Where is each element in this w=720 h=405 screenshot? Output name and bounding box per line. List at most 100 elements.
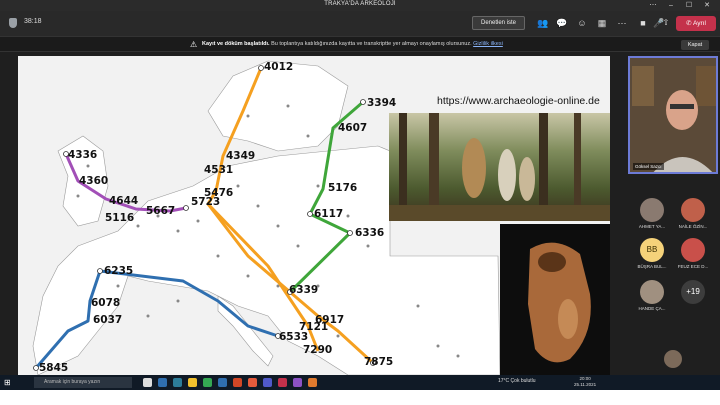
close-icon[interactable]: ✕ bbox=[700, 0, 714, 11]
label-4644: 4644 bbox=[109, 195, 139, 207]
settlement-dot bbox=[366, 244, 370, 248]
windows-start-icon[interactable]: ⊞ bbox=[4, 378, 13, 387]
label-6533: 6533 bbox=[279, 331, 309, 343]
label-4360: 4360 bbox=[79, 175, 109, 187]
settlement-dot bbox=[296, 244, 300, 248]
settlement-dot bbox=[316, 184, 320, 188]
participant-tile[interactable]: FEUZ ECE D... bbox=[672, 238, 714, 278]
vessel-highlight bbox=[558, 299, 578, 339]
meeting-timer: 38:18 bbox=[24, 18, 42, 25]
settlement-dot bbox=[76, 194, 80, 198]
chrome-icon[interactable] bbox=[203, 378, 212, 387]
settlement-dot bbox=[276, 224, 280, 228]
label-6235: 6235 bbox=[104, 265, 134, 277]
label-4349: 4349 bbox=[226, 150, 256, 162]
more-participants-button[interactable]: +19 bbox=[672, 280, 714, 320]
banner-bold-text: Kayıt ve döküm başlatıldı. bbox=[202, 41, 270, 47]
firefox-icon[interactable] bbox=[248, 378, 257, 387]
label-4607: 4607 bbox=[338, 122, 368, 134]
settlement-dot bbox=[306, 134, 310, 138]
tree-trunk bbox=[429, 113, 439, 221]
shelf-books bbox=[696, 66, 716, 106]
participant-tile[interactable]: AHMET YA... bbox=[631, 198, 673, 238]
settlement-dot bbox=[436, 344, 440, 348]
minimize-icon[interactable]: – bbox=[664, 0, 678, 11]
participant-name: HANDE ÇA... bbox=[638, 306, 666, 311]
label-5667: 5667 bbox=[146, 205, 176, 217]
label-6037: 6037 bbox=[93, 314, 123, 326]
word-icon[interactable] bbox=[218, 378, 227, 387]
more-actions-icon[interactable]: ⋯ bbox=[616, 18, 628, 28]
participant-avatar bbox=[681, 238, 705, 262]
share-icon[interactable]: ⇧ bbox=[662, 18, 670, 28]
label-4531: 4531 bbox=[204, 164, 234, 176]
label-5723: 5723 bbox=[191, 196, 221, 208]
maximize-icon[interactable]: ☐ bbox=[682, 0, 696, 11]
forest-illustration bbox=[389, 113, 610, 221]
tree-trunk bbox=[574, 113, 581, 221]
vessel-opening bbox=[538, 252, 566, 272]
settlement-dot bbox=[286, 104, 290, 108]
system-clock[interactable]: 20:00 25.11.2021 bbox=[574, 376, 596, 388]
participant-name: BÜŞRA BUL... bbox=[637, 264, 667, 269]
shield-icon bbox=[9, 18, 17, 28]
app-icon[interactable] bbox=[293, 378, 302, 387]
settlement-dot bbox=[176, 299, 180, 303]
node-dot bbox=[33, 365, 39, 371]
settlement-dot bbox=[146, 314, 150, 318]
shelf-books bbox=[632, 66, 654, 106]
participant-tile[interactable]: HANDE ÇA... bbox=[631, 280, 673, 320]
presenter-head bbox=[666, 90, 698, 130]
camera-icon[interactable]: ■ bbox=[637, 18, 649, 28]
task-view-icon[interactable] bbox=[158, 378, 167, 387]
warning-icon: ⚠ bbox=[190, 40, 198, 49]
participants-icon[interactable]: 👥 bbox=[537, 18, 549, 28]
privacy-link[interactable]: Gizlilik ilkesi bbox=[473, 41, 503, 47]
node-dot bbox=[347, 230, 353, 236]
chat-icon[interactable]: 💬 bbox=[556, 18, 568, 28]
edge-icon[interactable] bbox=[173, 378, 182, 387]
label-5845: 5845 bbox=[39, 362, 69, 374]
banner-message: Kayıt ve döküm başlatıldı. Bu toplantıya… bbox=[202, 41, 503, 47]
participant-tile[interactable]: NAİLE ÖZİN... bbox=[672, 198, 714, 238]
more-participants-count: +19 bbox=[681, 280, 705, 304]
powerpoint-icon[interactable] bbox=[233, 378, 242, 387]
participant-avatar bbox=[640, 280, 664, 304]
leave-button[interactable]: ✆ Ayrıl bbox=[676, 16, 716, 31]
weather-widget[interactable]: 17°C Çok bulutlu bbox=[498, 378, 536, 384]
participant-initials-avatar: BB bbox=[640, 238, 664, 262]
label-6339: 6339 bbox=[289, 284, 319, 296]
phone-icon: ✆ bbox=[686, 20, 693, 27]
meeting-notes-button[interactable]: Denetlen iste bbox=[472, 16, 526, 30]
participant-tile[interactable]: BB BÜŞRA BUL... bbox=[631, 238, 673, 278]
label-6336: 6336 bbox=[355, 227, 385, 239]
settlement-dot bbox=[456, 354, 460, 358]
participant-name: NAİLE ÖZİN... bbox=[678, 224, 708, 229]
close-banner-button[interactable]: Kapat bbox=[681, 40, 709, 50]
presenter-video[interactable]: Göksel Sazcı bbox=[628, 56, 718, 174]
taskbar-search[interactable]: Aramak için buraya yazın bbox=[34, 377, 132, 388]
label-7290: 7290 bbox=[303, 344, 333, 356]
node-dot bbox=[97, 268, 103, 274]
participant-avatar bbox=[640, 198, 664, 222]
app-icon[interactable] bbox=[278, 378, 287, 387]
self-video-avatar[interactable] bbox=[664, 350, 682, 368]
clay-shoe-vessel bbox=[528, 242, 591, 363]
tree-trunk bbox=[539, 113, 548, 221]
file-explorer-icon[interactable] bbox=[188, 378, 197, 387]
settlement-dot bbox=[236, 184, 240, 188]
search-icon[interactable] bbox=[143, 378, 152, 387]
teams-icon[interactable] bbox=[263, 378, 272, 387]
reaction-icon[interactable]: ☺ bbox=[576, 18, 588, 28]
breakout-rooms-icon[interactable]: ▦ bbox=[596, 18, 608, 28]
label-6078: 6078 bbox=[91, 297, 121, 309]
settlement-dot bbox=[246, 274, 250, 278]
participant-name: AHMET YA... bbox=[638, 224, 666, 229]
more-icon[interactable]: ⋯ bbox=[646, 0, 660, 11]
settlement-dot bbox=[216, 254, 220, 258]
banner-text: Bu toplantıya katıldığınızda kayıtta ve … bbox=[271, 41, 472, 47]
label-5176: 5176 bbox=[328, 182, 358, 194]
label-3394: 3394 bbox=[367, 97, 397, 109]
node-dot bbox=[183, 205, 189, 211]
app-icon[interactable] bbox=[308, 378, 317, 387]
